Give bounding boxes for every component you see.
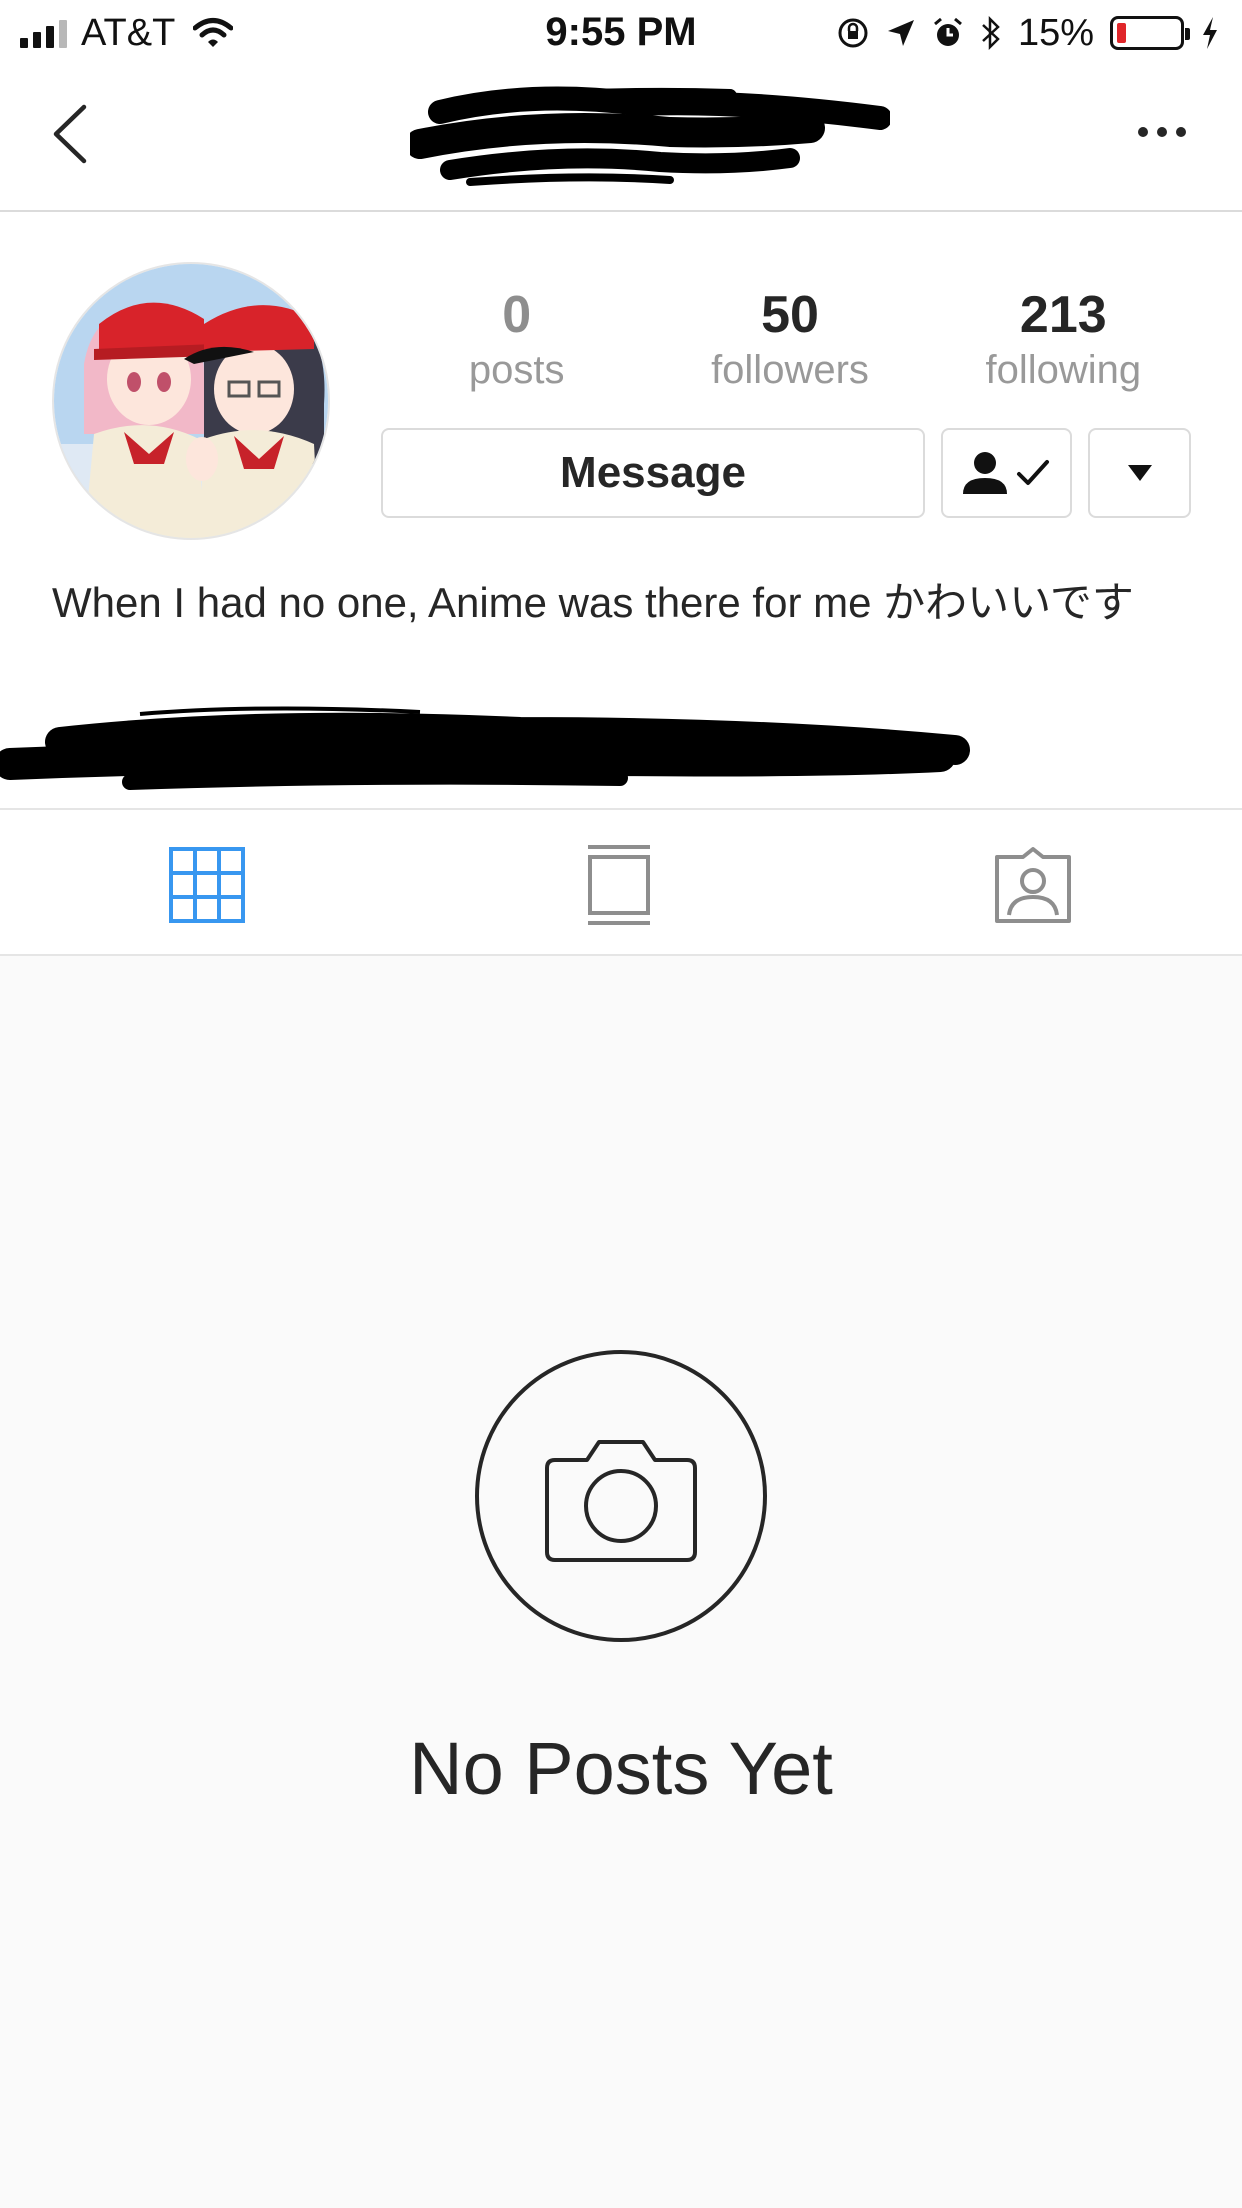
tagged-photos-icon (995, 847, 1071, 923)
chevron-left-icon (53, 104, 87, 164)
back-button[interactable] (40, 94, 100, 174)
feed-list-icon (588, 845, 650, 925)
followers-label: followers (711, 348, 869, 392)
followed-by-redaction-scribble (0, 706, 970, 790)
username-redaction-scribble (405, 86, 892, 186)
battery-fill (1117, 23, 1126, 43)
avatar-image (54, 264, 328, 538)
suggested-dropdown-button[interactable] (1088, 428, 1191, 518)
profile-tab-bar (0, 808, 1242, 956)
following-check-icon (962, 452, 1049, 494)
status-right: 15% (836, 10, 1220, 56)
profile-stats: 0 posts 50 followers 213 following (380, 284, 1200, 394)
stat-followers[interactable]: 50 followers (660, 284, 920, 394)
grid-icon (169, 847, 245, 923)
more-horizontal-icon (1138, 127, 1186, 137)
followers-count: 50 (761, 286, 819, 344)
empty-posts-state: No Posts Yet (0, 956, 1242, 2208)
username-title (405, 82, 892, 192)
caret-down-icon (1127, 465, 1152, 481)
profile-header: 0 posts 50 followers 213 following Messa… (0, 212, 1242, 808)
location-icon (887, 20, 914, 46)
charging-icon (1203, 17, 1217, 49)
profile-nav-bar (0, 62, 1242, 212)
redacted-followed-by (0, 702, 980, 796)
following-count: 213 (1019, 286, 1107, 344)
camera-circle (475, 1350, 767, 1642)
tab-tagged[interactable] (988, 840, 1078, 930)
following-label: following (985, 348, 1142, 392)
orientation-lock-icon (838, 18, 868, 48)
stat-posts[interactable]: 0 posts (387, 284, 647, 394)
tab-feed[interactable] (574, 840, 664, 930)
status-bar: AT&T 9:55 PM 15% (0, 0, 1242, 62)
posts-label: posts (468, 348, 565, 392)
following-button[interactable] (941, 428, 1072, 518)
battery-icon (1110, 16, 1190, 50)
more-options-button[interactable] (1132, 112, 1192, 152)
camera-icon (545, 1440, 697, 1562)
alarm-icon (933, 17, 962, 46)
message-button[interactable]: Message (381, 428, 925, 518)
stat-following[interactable]: 213 following (933, 284, 1193, 394)
profile-actions: Message (381, 428, 1191, 518)
battery-percent: 15% (1017, 11, 1094, 54)
no-posts-title: No Posts Yet (409, 1727, 833, 1810)
posts-count: 0 (502, 286, 532, 344)
bluetooth-icon (982, 15, 1000, 51)
tab-grid[interactable] (162, 840, 252, 930)
avatar[interactable] (52, 262, 330, 540)
profile-bio: When I had no one, Anime was there for m… (52, 579, 1134, 626)
